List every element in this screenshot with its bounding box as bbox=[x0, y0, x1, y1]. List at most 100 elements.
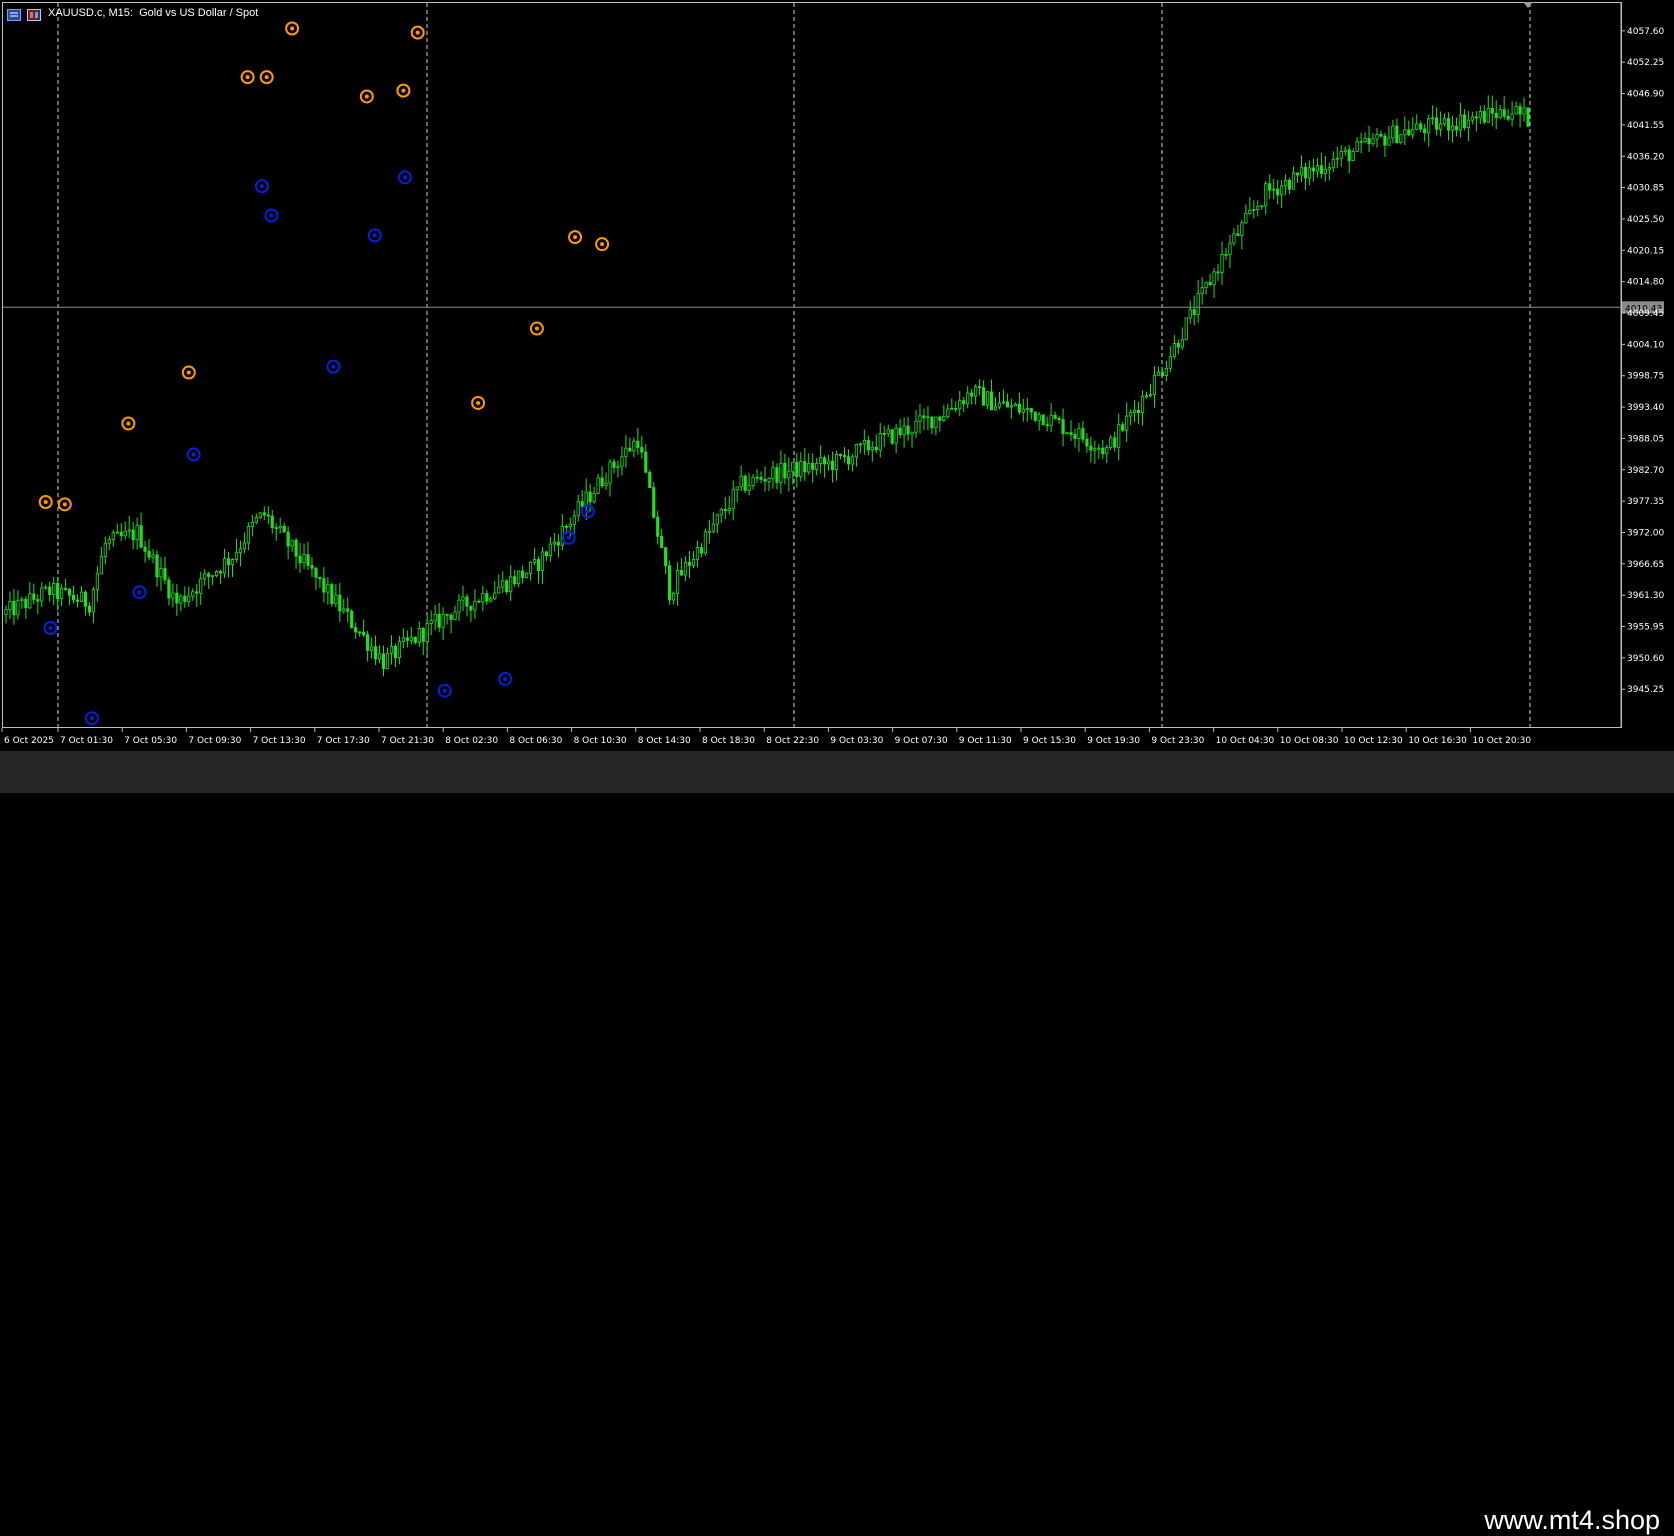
price-tick-label: 4052.25 bbox=[1627, 58, 1664, 68]
candle-body bbox=[1021, 408, 1025, 413]
swing-high-dot bbox=[476, 400, 481, 405]
candle-body bbox=[1132, 409, 1137, 413]
candle-body bbox=[981, 387, 986, 406]
candle-body bbox=[699, 547, 704, 554]
swing-low-dot bbox=[259, 184, 264, 189]
candle-body bbox=[787, 470, 791, 479]
candle-body bbox=[218, 570, 223, 574]
candle-body bbox=[199, 578, 203, 594]
swing-low-dot bbox=[585, 509, 590, 514]
candle-body bbox=[28, 593, 32, 609]
candle-body bbox=[592, 493, 596, 503]
candle-body bbox=[1180, 339, 1184, 348]
candle-body bbox=[1196, 293, 1200, 315]
candle-body bbox=[997, 402, 1002, 408]
candle-body bbox=[8, 600, 12, 611]
swing-high-dot bbox=[401, 88, 406, 93]
candle-body bbox=[588, 491, 592, 503]
price-tick-label: 4009.45 bbox=[1627, 309, 1664, 319]
candle-body bbox=[1280, 185, 1284, 196]
candle-body bbox=[278, 525, 282, 529]
candle-body bbox=[79, 591, 84, 602]
time-tick-label: 9 Oct 15:30 bbox=[1023, 736, 1076, 746]
candle-body bbox=[544, 551, 549, 557]
candle-body bbox=[894, 427, 898, 444]
time-tick-label: 7 Oct 01:30 bbox=[60, 736, 113, 746]
candle-body bbox=[497, 586, 501, 594]
candle-body bbox=[532, 559, 537, 563]
candle-body bbox=[624, 447, 628, 458]
candle-body bbox=[222, 558, 227, 574]
candle-body bbox=[469, 605, 473, 611]
candle-body bbox=[747, 485, 751, 491]
candle-body bbox=[727, 508, 731, 512]
candle-body bbox=[262, 512, 266, 516]
swing-high-dot bbox=[126, 421, 131, 426]
swing-high-dot bbox=[245, 75, 250, 80]
candle-body bbox=[1458, 114, 1463, 131]
candle-body bbox=[354, 627, 358, 633]
candle-body bbox=[83, 591, 88, 607]
candle-body bbox=[866, 439, 870, 451]
candle-body bbox=[326, 584, 330, 593]
candle-body bbox=[1232, 233, 1236, 244]
candle-body bbox=[1045, 424, 1049, 427]
candle-body bbox=[1494, 112, 1498, 119]
candle-body bbox=[1276, 188, 1280, 196]
candle-body bbox=[1089, 445, 1093, 451]
candle-body bbox=[1518, 106, 1522, 115]
chart-menu-icon[interactable] bbox=[7, 6, 21, 21]
candle-body bbox=[191, 591, 195, 597]
candle-body bbox=[656, 516, 660, 537]
candle-body bbox=[954, 408, 958, 410]
candle-body bbox=[926, 416, 930, 419]
candle-body bbox=[203, 573, 207, 580]
candle-body bbox=[230, 559, 235, 565]
candle-body bbox=[612, 461, 616, 468]
candle-body bbox=[878, 433, 882, 451]
one-click-trading-icon[interactable] bbox=[27, 6, 41, 21]
candle-body bbox=[318, 576, 322, 580]
candle-body bbox=[1200, 287, 1204, 295]
candle-body bbox=[71, 594, 76, 601]
candle-body bbox=[850, 456, 855, 465]
candle-body bbox=[1093, 448, 1097, 451]
candle-body bbox=[739, 475, 743, 488]
swing-high-dot bbox=[290, 26, 295, 31]
swing-low-dot bbox=[191, 452, 196, 457]
candle-body bbox=[1073, 434, 1077, 439]
candle-body bbox=[207, 573, 211, 577]
candle-body bbox=[95, 573, 99, 591]
candle-body bbox=[1272, 188, 1276, 191]
candle-body bbox=[1168, 356, 1172, 369]
candle-body bbox=[250, 521, 254, 527]
candle-body bbox=[1256, 206, 1260, 210]
swing-low-dot bbox=[331, 364, 336, 369]
time-tick-label: 10 Oct 12:30 bbox=[1344, 736, 1403, 746]
candle-body bbox=[854, 444, 859, 458]
candle-body bbox=[1371, 138, 1375, 145]
candle-body bbox=[580, 501, 584, 507]
candle-body bbox=[1343, 149, 1347, 152]
candle-body bbox=[119, 531, 123, 537]
candle-body bbox=[862, 439, 866, 445]
candle-body bbox=[1415, 123, 1419, 130]
candle-body bbox=[1438, 123, 1443, 130]
chart-background bbox=[0, 0, 1674, 751]
candle-body bbox=[902, 425, 906, 435]
candle-body bbox=[4, 609, 8, 615]
swing-high-dot bbox=[573, 235, 578, 240]
swing-high-dot bbox=[600, 242, 605, 247]
price-tick-label: 4036.20 bbox=[1627, 152, 1664, 162]
candle-body bbox=[413, 636, 417, 643]
candle-body bbox=[596, 477, 600, 494]
candle-body bbox=[1431, 117, 1435, 120]
candle-body bbox=[687, 562, 692, 566]
candle-body bbox=[1335, 157, 1339, 160]
price-tick-label: 3972.00 bbox=[1627, 528, 1664, 538]
candle-body bbox=[1025, 408, 1029, 410]
candle-body bbox=[16, 600, 20, 616]
candle-body bbox=[1085, 438, 1089, 447]
price-chart[interactable]: 4010.43 4057.604052.254046.904041.554036… bbox=[0, 0, 1674, 751]
candle-body bbox=[1435, 117, 1439, 130]
